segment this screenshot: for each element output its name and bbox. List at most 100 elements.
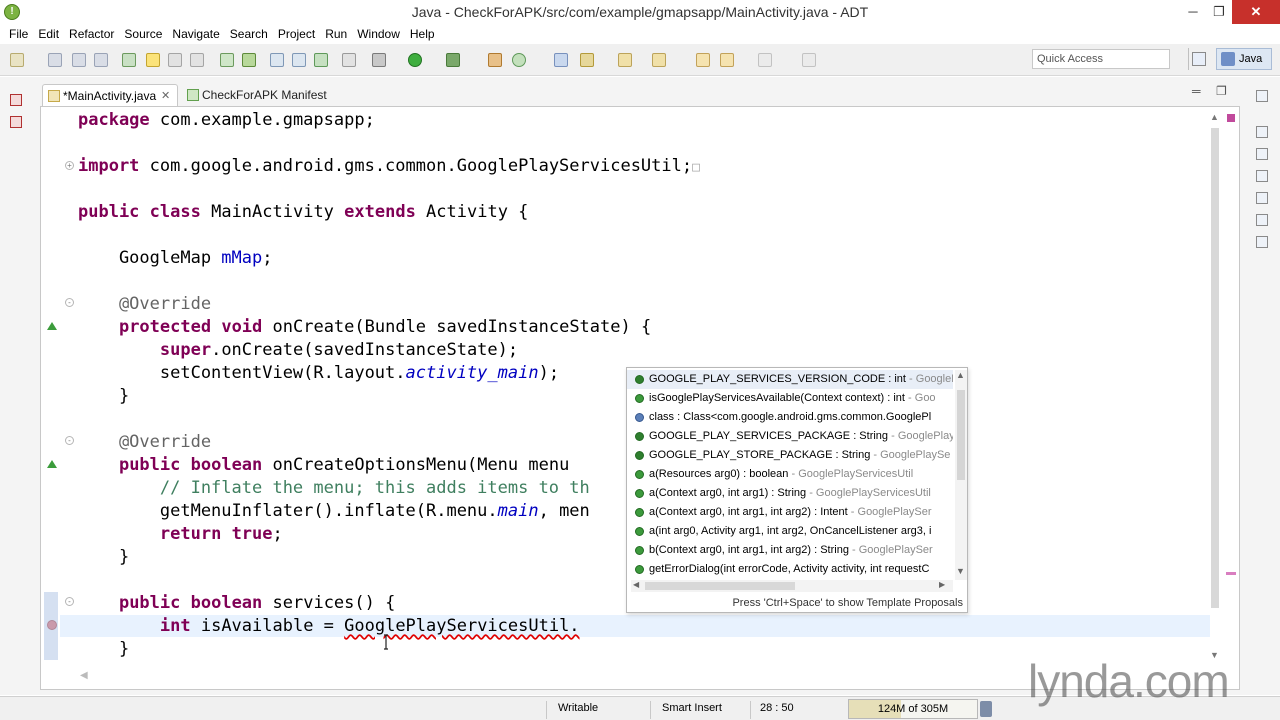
proposal-scroll-right-icon[interactable]: ▶ [939, 580, 945, 589]
menu-window[interactable]: Window [352, 24, 405, 44]
back-icon[interactable] [720, 53, 734, 67]
run-icon[interactable] [408, 53, 422, 67]
menu-edit[interactable]: Edit [33, 24, 64, 44]
declaration-view-icon[interactable] [1256, 192, 1268, 204]
fold-expand-icon[interactable]: + [65, 161, 74, 170]
maximize-editor-button[interactable]: ❐ [1216, 84, 1227, 98]
lint-icon[interactable] [270, 53, 284, 67]
code-line-close-brace[interactable]: } [78, 638, 129, 660]
maximize-button[interactable]: ❐ [1204, 0, 1234, 24]
restore-view-icon[interactable] [10, 94, 22, 106]
next-annotation-icon[interactable] [618, 53, 632, 67]
refresh-icon[interactable] [314, 53, 328, 67]
search-icon[interactable] [580, 53, 594, 67]
code-line-oncreateoptionsmenu[interactable]: public boolean onCreateOptionsMenu(Menu … [78, 454, 569, 476]
proposal-scroll-up-icon[interactable]: ▲ [956, 370, 965, 380]
open-perspective-icon[interactable] [1192, 52, 1206, 66]
status-insert-mode[interactable]: Smart Insert [662, 702, 722, 714]
code-line-field[interactable]: GoogleMap mMap; [78, 247, 273, 269]
menu-refactor[interactable]: Refactor [64, 24, 119, 44]
editor-horizontal-scroll-icon[interactable]: ◀ [80, 670, 88, 681]
package-explorer-icon[interactable] [10, 116, 22, 128]
outline-view-icon[interactable] [1256, 126, 1268, 138]
proposal-item[interactable]: getErrorDialog(int errorCode, Activity a… [627, 560, 953, 579]
proposal-item[interactable]: a(int arg0, Activity arg1, int arg2, OnC… [627, 522, 953, 541]
menu-source[interactable]: Source [119, 24, 167, 44]
code-line-import[interactable]: import com.google.android.gms.common.Goo… [78, 155, 700, 179]
code-line-services[interactable]: public boolean services() { [78, 592, 395, 614]
code-line-class-decl[interactable]: public class MainActivity extends Activi… [78, 201, 528, 223]
block-selection-icon[interactable] [168, 53, 182, 67]
proposal-scroll-thumb[interactable] [957, 390, 965, 480]
proposal-item[interactable]: a(Resources arg0) : boolean - GooglePlay… [627, 465, 953, 484]
code-line-annotation[interactable]: @Override [78, 431, 211, 453]
code-line-comment[interactable]: // Inflate the menu; this adds items to … [78, 477, 590, 499]
status-cursor-position[interactable]: 28 : 50 [760, 702, 794, 714]
menu-project[interactable]: Project [273, 24, 320, 44]
tab-manifest[interactable]: CheckForAPK Manifest [182, 84, 342, 106]
new-java-package-icon[interactable] [488, 53, 502, 67]
new-java-class-icon[interactable] [512, 53, 526, 67]
logcat-view-icon[interactable] [1256, 236, 1268, 248]
code-line-super[interactable]: super.onCreate(savedInstanceState); [78, 339, 518, 361]
code-line-close-brace[interactable]: } [78, 385, 129, 407]
menu-run[interactable]: Run [320, 24, 352, 44]
android-manager-icon[interactable] [220, 53, 234, 67]
overview-mark[interactable] [1226, 572, 1236, 575]
folded-imports-marker[interactable]: □ [692, 160, 700, 175]
fold-collapse-icon[interactable]: - [65, 597, 74, 606]
java-perspective-button[interactable]: Java [1216, 48, 1272, 70]
restore-right-view-icon[interactable] [1256, 90, 1268, 102]
fold-collapse-icon[interactable]: - [65, 298, 74, 307]
proposal-item[interactable]: GOOGLE_PLAY_SERVICES_VERSION_CODE : int … [627, 370, 953, 389]
tab-main-activity[interactable]: *MainActivity.java ✕ [42, 84, 178, 106]
code-line-oncreate[interactable]: protected void onCreate(Bundle savedInst… [78, 316, 651, 338]
last-edit-location-icon[interactable] [696, 53, 710, 67]
override-marker-icon[interactable] [47, 460, 57, 468]
minimize-editor-button[interactable]: ═ [1192, 84, 1201, 98]
code-line-return[interactable]: return true; [78, 523, 283, 545]
quick-access-input[interactable]: Quick Access [1032, 49, 1170, 69]
code-line-close-brace[interactable]: } [78, 546, 129, 568]
new-android-project-icon[interactable] [292, 53, 306, 67]
scroll-up-icon[interactable]: ▲ [1210, 112, 1219, 122]
proposal-item[interactable]: GOOGLE_PLAY_SERVICES_PACKAGE : String - … [627, 427, 953, 446]
code-line-annotation[interactable]: @Override [78, 293, 211, 315]
proposal-item[interactable]: b(Context arg0, int arg1, int arg2) : St… [627, 541, 953, 560]
previous-annotation-icon[interactable] [652, 53, 666, 67]
code-line-setcontentview[interactable]: setContentView(R.layout.activity_main); [78, 362, 559, 384]
forward-icon[interactable] [758, 53, 772, 67]
garbage-collect-icon[interactable] [980, 701, 992, 717]
code-line-inflate[interactable]: getMenuInflater().inflate(R.menu.main, m… [78, 500, 590, 522]
console-view-icon[interactable] [1256, 214, 1268, 226]
editor-vertical-scrollbar[interactable]: ▲ ▼ [1208, 112, 1222, 660]
override-marker-icon[interactable] [47, 322, 57, 330]
menu-navigate[interactable]: Navigate [167, 24, 224, 44]
avd-manager-icon[interactable] [242, 53, 256, 67]
proposal-horizontal-scrollbar[interactable]: ◀ ▶ [631, 580, 953, 592]
proposal-scroll-down-icon[interactable]: ▼ [956, 566, 965, 576]
save-all-icon[interactable] [72, 53, 86, 67]
code-line-package[interactable]: package com.example.gmapsapp; [78, 109, 375, 131]
proposal-item[interactable]: class : Class<com.google.android.gms.com… [627, 408, 953, 427]
fold-collapse-icon[interactable]: - [65, 436, 74, 445]
proposal-item[interactable]: a(Context arg0, int arg1, int arg2) : In… [627, 503, 953, 522]
print-icon[interactable] [94, 53, 108, 67]
close-tab-icon[interactable]: ✕ [161, 85, 170, 107]
heap-status[interactable]: 124M of 305M [848, 699, 978, 719]
android-sdk-icon[interactable] [122, 53, 136, 67]
skip-breakpoints-icon[interactable] [342, 53, 356, 67]
open-type-icon[interactable] [554, 53, 568, 67]
menu-search[interactable]: Search [225, 24, 273, 44]
show-whitespace-icon[interactable] [190, 53, 204, 67]
proposal-hscroll-thumb[interactable] [645, 582, 795, 590]
external-tools-icon[interactable] [446, 53, 460, 67]
close-window-button[interactable]: ✕ [1232, 0, 1280, 24]
javadoc-view-icon[interactable] [1256, 170, 1268, 182]
proposal-item[interactable]: a(Context arg0, int arg1) : String - Goo… [627, 484, 953, 503]
problems-view-icon[interactable] [1256, 148, 1268, 160]
new-file-icon[interactable] [10, 53, 24, 67]
proposal-scroll-left-icon[interactable]: ◀ [633, 580, 639, 589]
proposal-vertical-scrollbar[interactable]: ▲ ▼ [955, 370, 967, 580]
debug-icon[interactable] [372, 53, 386, 67]
